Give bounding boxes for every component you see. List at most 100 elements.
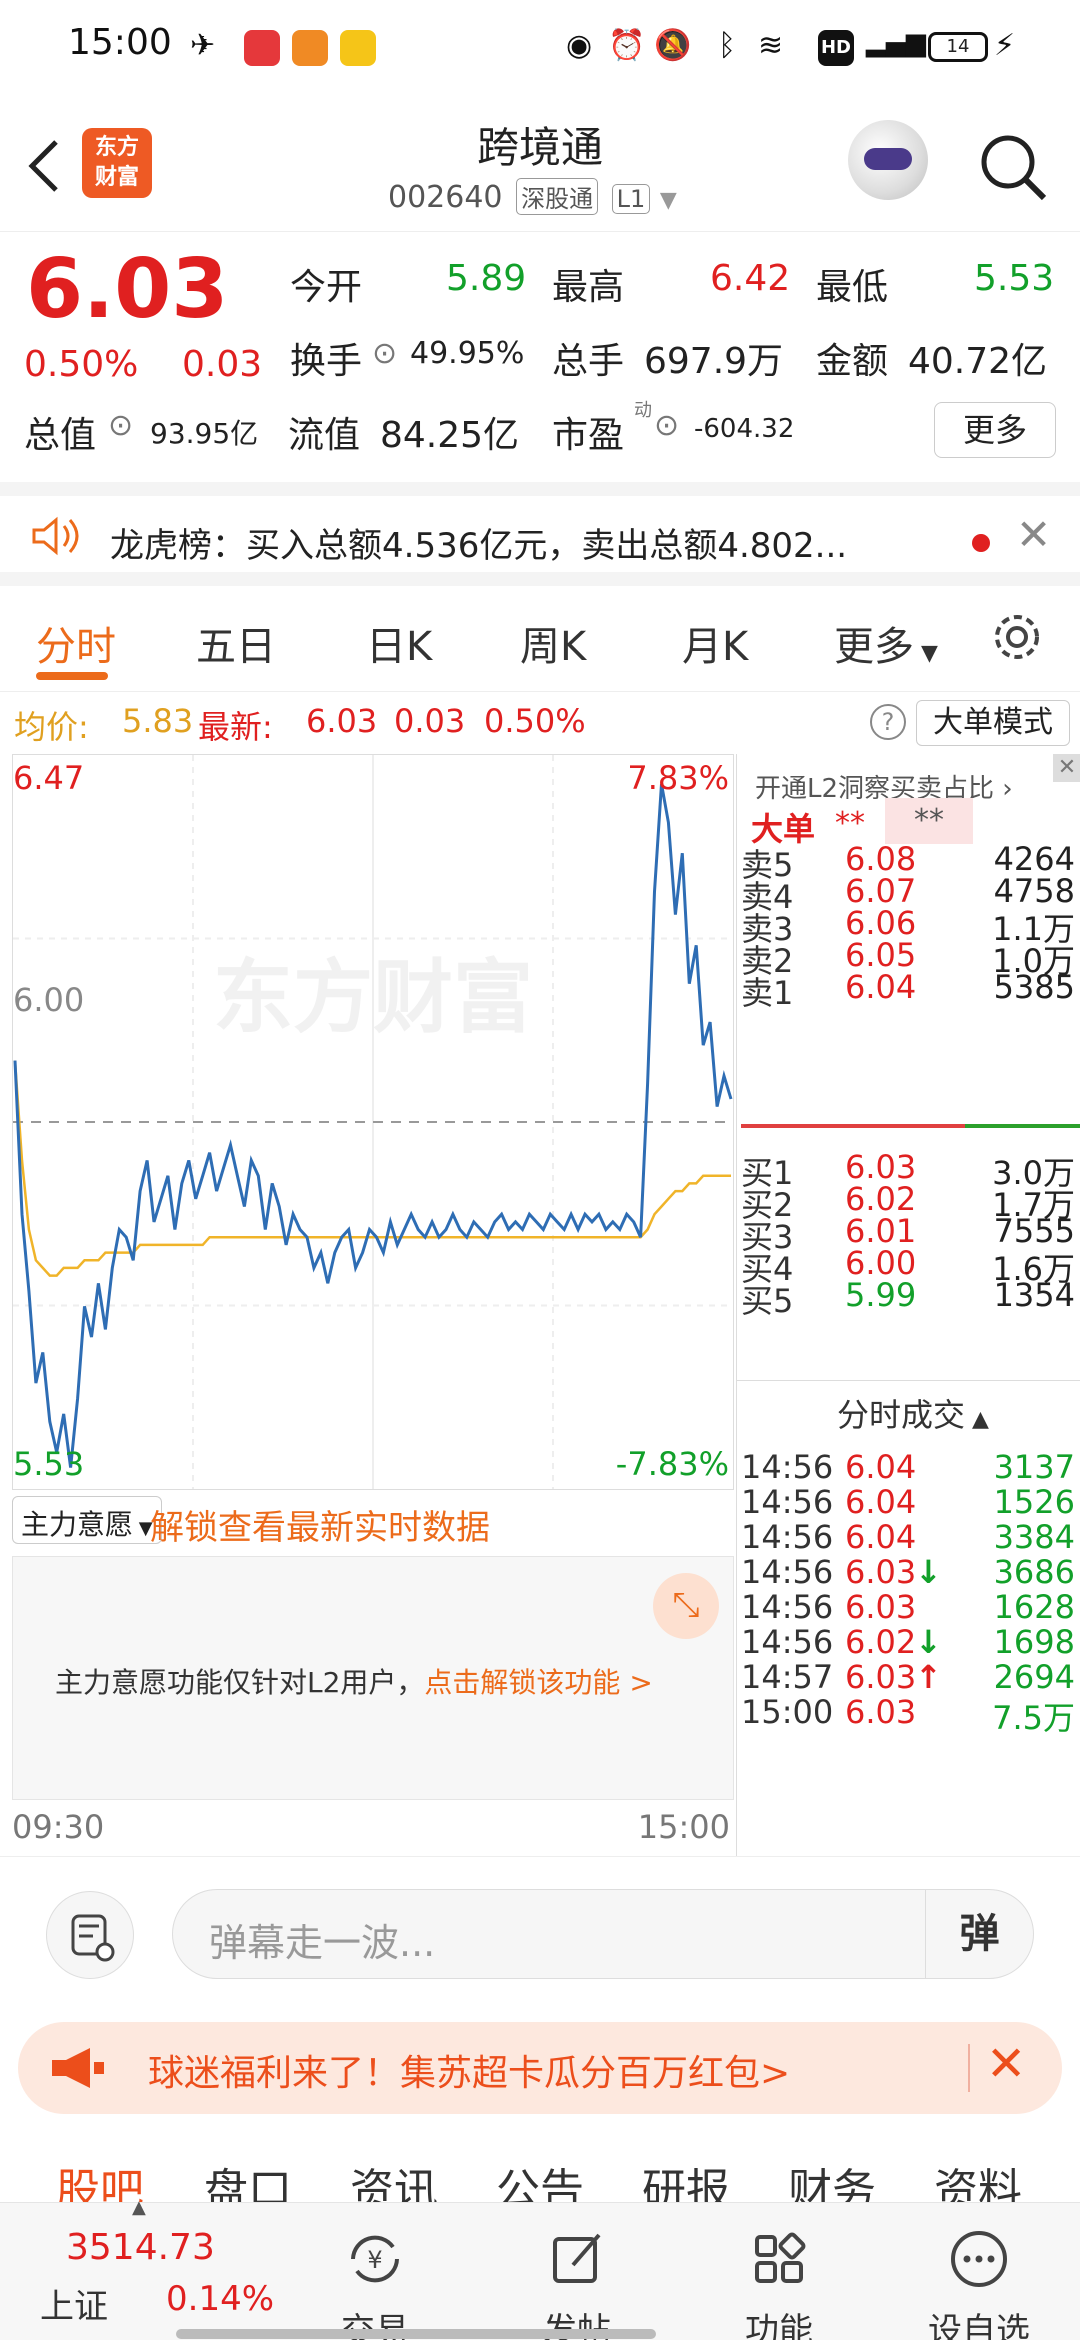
- time-end: 15:00: [637, 1808, 730, 1846]
- bid-row[interactable]: 买5 5.99 1354: [737, 1270, 1080, 1320]
- drop-icon: ◉: [566, 28, 593, 63]
- order-book: 开通L2洞察买卖占比 › ✕ 大单 ** ** 卖5 6.08 4264 卖4 6.07…: [736, 754, 1080, 1856]
- 4g-signal-icon: ▂▄▆: [866, 28, 926, 58]
- trades-title[interactable]: 分时成交 ▲: [837, 1390, 989, 1436]
- active-tab-indicator: [36, 672, 108, 680]
- chart-info-line: 均价: 5.83 最新: 6.03 0.03 0.50% ? 大单模式: [0, 692, 1080, 754]
- volume-value: 697.9万: [644, 341, 784, 382]
- nav-functions-label: 功能: [745, 2311, 813, 2340]
- unlock-link[interactable]: 点击解锁该功能 >: [424, 1666, 652, 1699]
- watermark: 东方财富: [213, 951, 533, 1044]
- dropdown-icon[interactable]: ▼: [660, 188, 677, 213]
- change-pct: 0.50%: [24, 344, 139, 385]
- ask-bid-divider-green: [965, 1124, 1080, 1128]
- turnover-value: 49.95%: [410, 336, 525, 371]
- ref-price-label: 6.00: [13, 981, 85, 1019]
- search-icon: [981, 135, 1047, 201]
- barrage-placeholder: 弹幕走一波...: [209, 1921, 436, 1965]
- charging-icon: ⚡: [994, 28, 1016, 63]
- help-icon[interactable]: ?: [870, 704, 906, 740]
- alarm-icon: ⏰: [608, 28, 646, 63]
- caret-up-icon: ▲: [132, 2197, 146, 2218]
- tab-monthly-k[interactable]: 月K: [682, 614, 748, 672]
- barrage-toggle-button[interactable]: 弹: [925, 1890, 1033, 1978]
- nav-add-watchlist[interactable]: 设自选: [914, 2227, 1044, 2340]
- tab-more[interactable]: 更多 ▼: [834, 614, 938, 672]
- top-pct-label: 7.83%: [627, 759, 729, 797]
- unlock-title[interactable]: 解锁查看最新实时数据: [150, 1500, 490, 1549]
- low-label: 最低: [816, 267, 889, 308]
- info-icon[interactable]: ⊙: [108, 408, 133, 443]
- l2-promo-link[interactable]: 开通L2洞察买卖占比 ›: [755, 768, 1013, 805]
- trades-title-text: 分时成交: [837, 1396, 966, 1434]
- close-icon[interactable]: ✕: [1016, 510, 1051, 559]
- index-name: 上证: [40, 2287, 108, 2327]
- info-icon[interactable]: ⊙: [654, 408, 679, 443]
- xiaohongshu-icon: [244, 30, 280, 66]
- close-icon[interactable]: ✕: [986, 2036, 1026, 2092]
- ask-volume: 5385: [993, 968, 1075, 1006]
- indicator-select[interactable]: 主力意愿 ▼: [12, 1496, 162, 1544]
- quote-panel: 6.03 0.50% 0.03 今开 5.89 最高 6.42 最低 5.53 …: [0, 232, 1080, 482]
- high-value: 6.42: [710, 258, 791, 299]
- battery-icon: 14: [928, 32, 988, 62]
- wish-notice-text: 主力意愿功能仅针对L2用户，: [55, 1666, 425, 1699]
- more-icon: [951, 2231, 1007, 2287]
- stock-code: 002640: [388, 180, 503, 215]
- ask-price: 6.04: [845, 968, 917, 1006]
- wish-notice: 主力意愿功能仅针对L2用户，点击解锁该功能 >: [55, 1661, 653, 1701]
- search-button[interactable]: [978, 132, 1048, 202]
- ask-row[interactable]: 卖1 6.04 5385: [737, 962, 1080, 1012]
- barrage-settings-button[interactable]: [46, 1891, 134, 1979]
- tab-intraday[interactable]: 分时: [36, 614, 116, 672]
- tab-five-day[interactable]: 五日: [196, 614, 276, 672]
- expand-icon[interactable]: ⤡: [653, 1573, 719, 1639]
- wish-locked-panel[interactable]: ⤡ 主力意愿功能仅针对L2用户，点击解锁该功能 >: [12, 1556, 734, 1800]
- bottom-nav: ▲ 3514.73 上证 0.14% ¥ 交易 发帖 功能 设自选: [0, 2197, 1080, 2340]
- open-value: 5.89: [446, 258, 527, 299]
- nav-trade[interactable]: ¥ 交易: [310, 2227, 440, 2340]
- period-tabs: 分时 五日 日K 周K 月K 更多 ▼: [0, 586, 1080, 692]
- trade-row: 15:00 6.03 7.5万: [737, 1685, 1080, 1737]
- amount-value: 40.72亿: [908, 341, 1048, 382]
- plane-icon: ✈: [190, 28, 216, 63]
- info-icon[interactable]: ⊙: [372, 336, 397, 371]
- turnover-label: 换手: [290, 341, 363, 382]
- status-bar: 15:00 ✈ ◉ ⏰ 🔕 ᛒ ≋ HD ▂▄▆ 14 ⚡: [0, 0, 1080, 96]
- assistant-robot-icon[interactable]: [848, 120, 928, 200]
- dragon-tiger-notice[interactable]: 龙虎榜：买入总额4.536亿元，卖出总额4.802... ✕: [0, 482, 1080, 586]
- open-label: 今开: [290, 267, 363, 308]
- amount-label: 金额: [816, 341, 889, 382]
- indicator-select-label: 主力意愿: [21, 1508, 134, 1541]
- promo-banner[interactable]: 球迷福利来了！集苏超卡瓜分百万红包> ✕: [18, 2022, 1062, 2114]
- app-icon: [292, 30, 328, 66]
- volume-label: 总手: [552, 341, 625, 382]
- nav-post[interactable]: 发帖: [512, 2227, 642, 2340]
- nav-functions[interactable]: 功能: [714, 2227, 844, 2340]
- tab-more-label: 更多: [834, 624, 914, 670]
- intraday-chart[interactable]: 东方财富 6.47 7.83% 6.00 5.53 -7.83%: [12, 754, 734, 1490]
- tab-weekly-k[interactable]: 周K: [520, 614, 586, 672]
- index-ticker[interactable]: ▲ 3514.73 上证 0.14%: [0, 2197, 274, 2340]
- stock-header: 东方财富 跨境通 002640 深股通 L1 ▼: [0, 96, 1080, 232]
- divider: [737, 1380, 1080, 1381]
- big-order-mode-button[interactable]: 大单模式: [916, 700, 1070, 746]
- tab-daily-k[interactable]: 日K: [366, 614, 432, 672]
- settings-button[interactable]: [990, 610, 1044, 668]
- avg-value: 5.83: [122, 702, 194, 740]
- top-price-label: 6.47: [13, 759, 85, 797]
- sort-up-icon: ▲: [965, 1407, 989, 1432]
- bid-price: 5.99: [845, 1276, 917, 1314]
- float-label: 流值: [288, 415, 361, 456]
- compose-icon: [553, 2233, 601, 2283]
- barrage-input[interactable]: 弹幕走一波... 弹: [172, 1889, 1034, 1979]
- main-wish-panel: 主力意愿 ▼ 解锁查看最新实时数据 ⤡ 主力意愿功能仅针对L2用户，点击解锁该功…: [12, 1490, 734, 1800]
- megaphone-icon: [48, 2044, 108, 2096]
- pe-value: -604.32: [694, 414, 795, 444]
- notice-text: 龙虎榜：买入总额4.536亿元，卖出总额4.802...: [110, 526, 848, 566]
- more-button[interactable]: 更多: [934, 402, 1056, 458]
- latest-change: 0.03: [394, 702, 466, 740]
- latest-pct: 0.50%: [484, 702, 586, 740]
- last-price: 6.03: [26, 242, 229, 337]
- close-icon[interactable]: ✕: [1053, 754, 1080, 782]
